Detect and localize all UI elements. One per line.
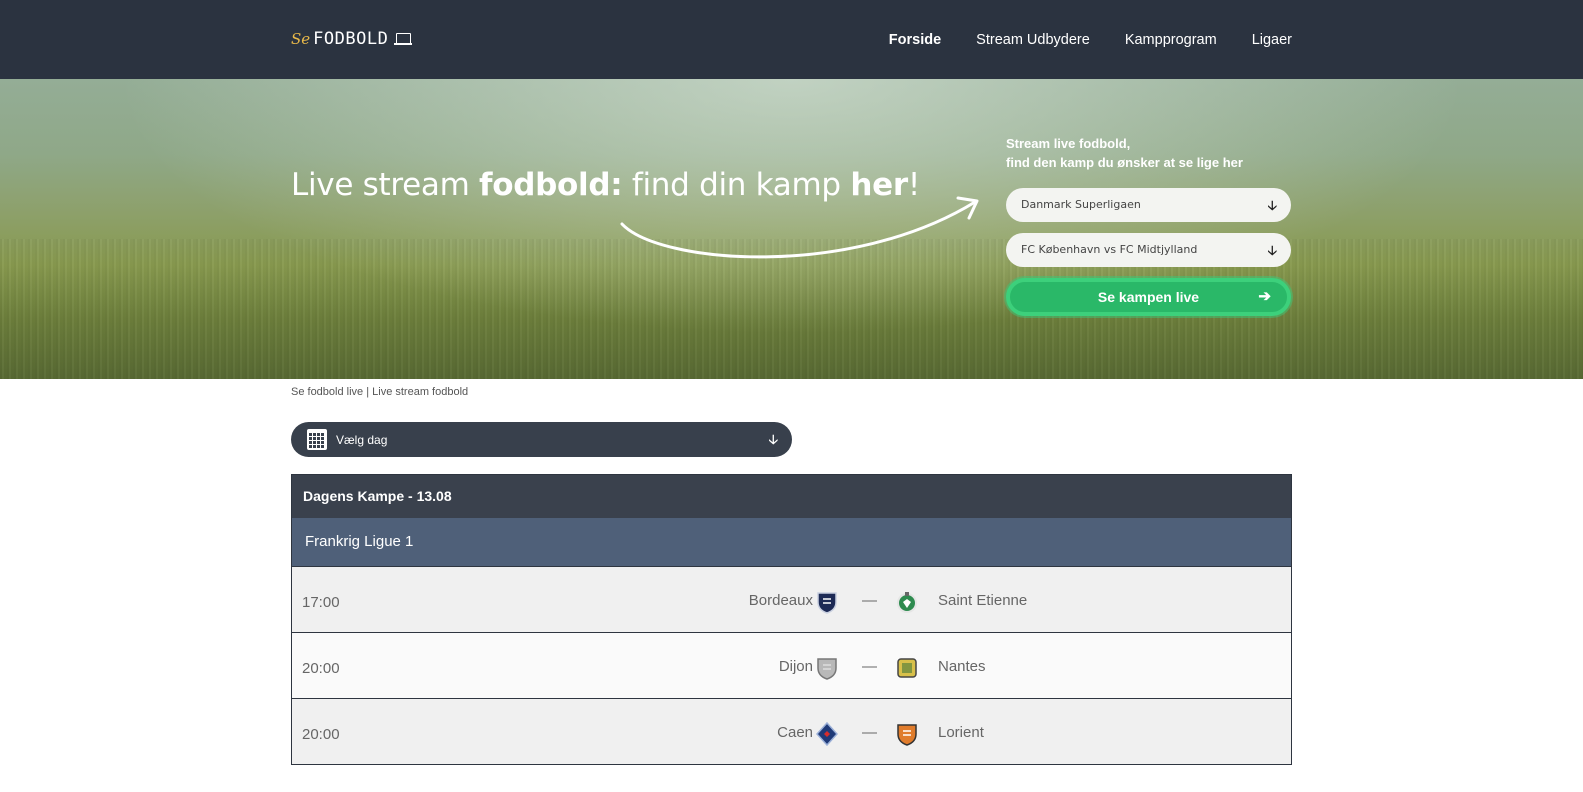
watch-live-label: Se kampen live [1097,289,1200,305]
match-time: 17:00 [302,594,340,611]
saint-etienne-crest-icon [896,590,918,614]
home-team: Caen [777,724,813,741]
match-time: 20:00 [302,726,340,743]
form-lead: Stream live fodbold, find den kamp du øn… [1006,136,1243,170]
match-separator: — [862,592,877,609]
calendar-icon [307,429,327,450]
arrow-down-icon: 🡣 [1267,244,1277,259]
league-header[interactable]: Frankrig Ligue 1 [292,518,1291,566]
breadcrumb: Se fodbold live | Live stream fodbold [291,386,469,398]
league-select-value: Danmark Superligaen [1021,198,1141,211]
curved-arrow-icon [620,196,979,259]
main-nav: Forside Stream Udbydere Kampprogram Liga… [889,32,1292,48]
day-picker[interactable]: Vælg dag 🡣 [291,422,792,457]
away-team: Lorient [938,724,984,741]
stream-finder-form: Stream live fodbold, find den kamp du øn… [1006,134,1291,316]
away-team: Nantes [938,658,986,675]
nav-item-ligaer[interactable]: Ligaer [1252,32,1292,48]
nav-item-stream-udbydere[interactable]: Stream Udbydere [976,32,1090,48]
caen-crest-icon [816,722,838,746]
league-select[interactable]: Danmark Superligaen 🡣 [1006,188,1291,222]
lorient-crest-icon [896,722,918,746]
home-team: Dijon [778,658,813,675]
top-navbar: Se FODBOLD Forside Stream Udbydere Kampp… [0,0,1583,79]
match-separator: — [862,724,877,741]
hero-banner: Live stream fodbold: find din kamp her! … [0,79,1583,379]
home-team: Bordeaux [748,592,813,609]
nantes-crest-icon [896,656,918,680]
match-row[interactable]: 17:00 Bordeaux — Saint Etienne [292,566,1291,632]
matches-table: Dagens Kampe - 13.08 Frankrig Ligue 1 17… [291,474,1292,765]
laptop-icon [394,32,413,46]
match-select-value: FC København vs FC Midtjylland [1021,243,1198,256]
nav-item-kampprogram[interactable]: Kampprogram [1125,32,1217,48]
logo-prefix: Se [291,30,311,48]
match-select[interactable]: FC København vs FC Midtjylland 🡣 [1006,233,1291,267]
match-time: 20:00 [302,660,340,677]
matches-table-title: Dagens Kampe - 13.08 [292,475,1291,518]
nav-item-forside[interactable]: Forside [889,32,941,48]
away-team: Saint Etienne [938,592,1028,609]
day-picker-label: Vælg dag [336,433,388,447]
match-row[interactable]: 20:00 Caen — Lorient [292,698,1291,764]
arrow-down-icon: 🡣 [768,433,778,448]
logo-brand: FODBOLD [313,29,389,49]
match-separator: — [862,658,877,675]
arrow-right-icon: ➔ [1258,288,1271,305]
arrow-down-icon: 🡣 [1267,199,1277,214]
bordeaux-crest-icon [816,590,838,614]
watch-live-button[interactable]: Se kampen live ➔ [1006,278,1291,316]
match-row[interactable]: 20:00 Dijon — Nantes [292,632,1291,698]
site-logo[interactable]: Se FODBOLD [291,29,413,49]
dijon-crest-icon [816,656,838,680]
